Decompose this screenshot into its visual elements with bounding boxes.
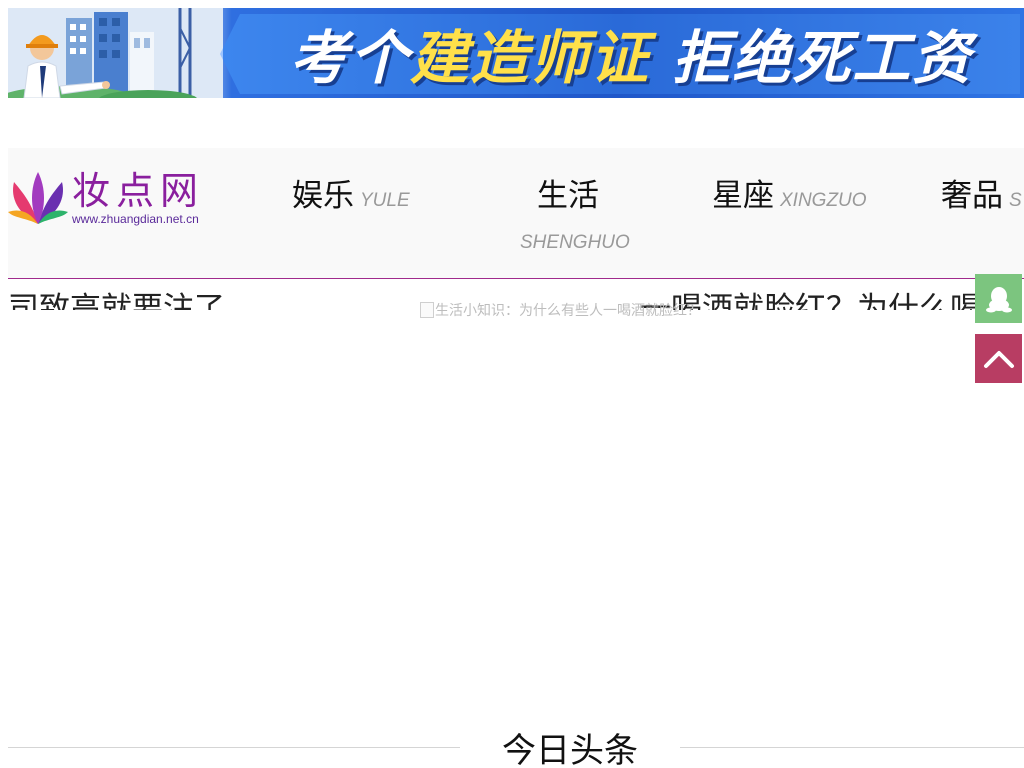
nav-item-label: 星座 [712,178,774,214]
nav-item-pinyin: SHENGHUO [520,232,630,253]
section-divider-right [680,747,1024,748]
ad-banner[interactable]: 考个建造师证 拒绝死工资 [8,8,1024,98]
nav-item-label: 生活 [537,178,599,214]
page: 考个建造师证 拒绝死工资 妆点网 www.zhuangdian.net.cn 娱… [0,0,1024,768]
back-to-top-button[interactable] [975,334,1022,383]
slogan-highlight: 建造师证 [410,24,651,92]
site-logo[interactable]: 妆点网 www.zhuangdian.net.cn [8,168,218,228]
nav-item-pinyin: YULE [360,190,410,211]
nav-item-pinyin: S [1009,190,1022,211]
logo-flower-icon [8,172,68,224]
section-divider-left [8,747,460,748]
nav-item-shenghuo[interactable]: 生活 [537,170,599,215]
image-alt-text: 生活小知识：为什么有些人一喝酒就脸红？ [435,303,701,319]
main-nav: 妆点网 www.zhuangdian.net.cn 娱乐 YULE 生活 SHEN… [8,148,1024,279]
nav-item-label: 奢品 [941,178,1003,214]
chevron-up-icon [983,350,1014,368]
qq-penguin-icon [985,286,1012,312]
nav-item-shenghuo-pinyin[interactable]: SHENGHUO [520,232,630,254]
nav-item-label: 娱乐 [292,178,354,214]
nav-item-pinyin: XINGZUO [780,190,867,211]
slogan-part2: 拒绝死工资 [650,24,973,92]
article-title-fragment-left[interactable]: 司致高就要注了 [8,280,253,310]
banner-slogan: 考个建造师证 拒绝死工资 [290,18,972,98]
nav-item-xingzuo[interactable]: 星座 XINGZUO [712,170,867,215]
slogan-part1: 考个 [290,24,411,92]
engineer-illustration [8,8,223,98]
qq-contact-button[interactable] [975,274,1022,323]
nav-item-shepin[interactable]: 奢品 S [941,170,1022,215]
article-image[interactable]: 生活小知识：为什么有些人一喝酒就脸红？ [420,300,701,320]
section-title: 今日头条 [502,731,638,768]
nav-item-yule[interactable]: 娱乐 YULE [292,170,410,215]
logo-name: 妆点网 [72,169,205,213]
logo-url: www.zhuangdian.net.cn [72,212,199,226]
broken-image-icon [420,302,434,318]
